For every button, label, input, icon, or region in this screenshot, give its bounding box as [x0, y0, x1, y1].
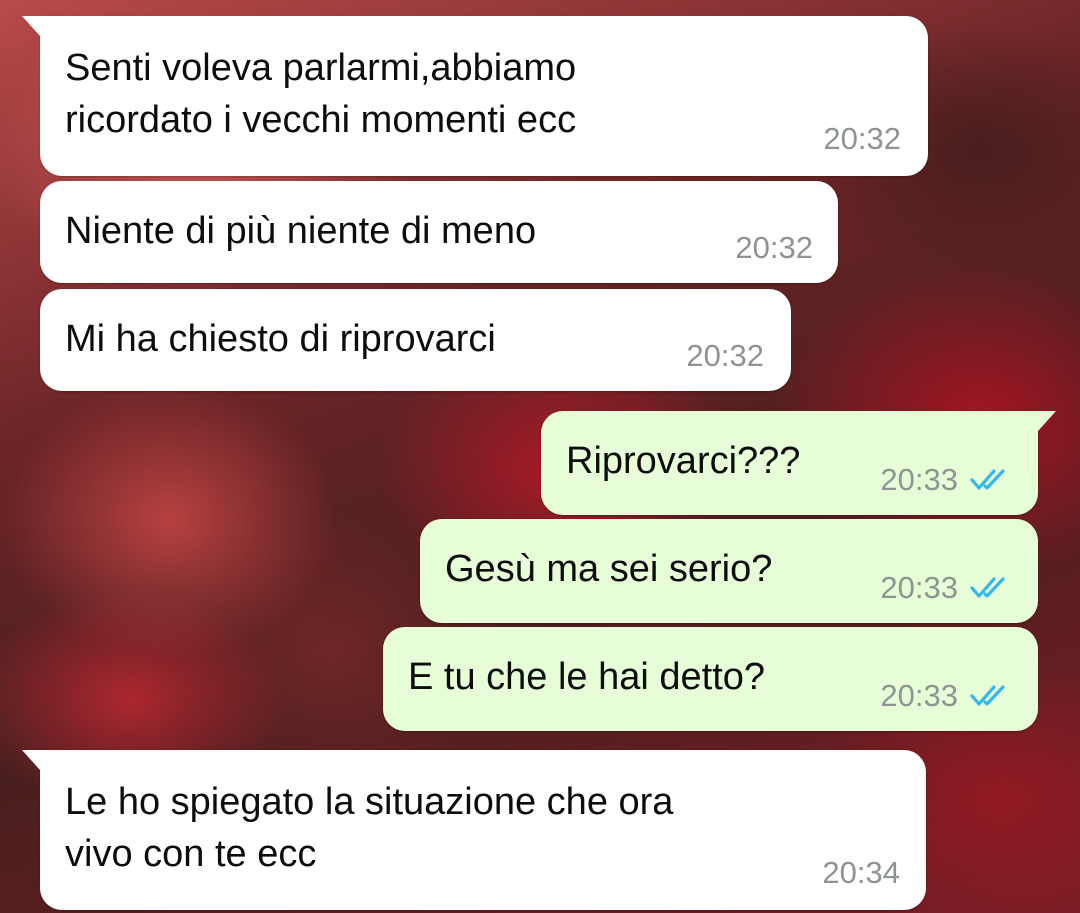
double-check-icon — [970, 469, 1005, 490]
outgoing-message-bubble[interactable]: Gesù ma sei serio? 20:33 — [420, 519, 1038, 623]
outgoing-message-bubble[interactable]: E tu che le hai detto? 20:33 — [383, 627, 1038, 731]
message-text: Mi ha chiesto di riprovarci — [65, 318, 496, 360]
message-timestamp: 20:32 — [686, 338, 764, 373]
double-check-icon — [970, 577, 1005, 598]
message-text: E tu che le hai detto? — [408, 656, 766, 698]
message-text: Le ho spiegato la situazione che ora viv… — [65, 781, 674, 875]
message-timestamp: 20:32 — [823, 121, 901, 156]
message-timestamp: 20:32 — [735, 230, 813, 265]
incoming-message-bubble[interactable]: Mi ha chiesto di riprovarci 20:32 — [40, 289, 791, 391]
message-timestamp: 20:33 — [880, 570, 958, 605]
message-timestamp: 20:34 — [822, 855, 900, 890]
incoming-message-bubble[interactable]: Senti voleva parlarmi,abbiamo ricordato … — [22, 16, 928, 176]
message-text: Gesù ma sei serio? — [445, 548, 773, 590]
incoming-message-bubble[interactable]: Niente di più niente di meno 20:32 — [40, 181, 838, 283]
message-text: Senti voleva parlarmi,abbiamo ricordato … — [65, 47, 577, 141]
incoming-message-bubble[interactable]: Le ho spiegato la situazione che ora viv… — [22, 750, 926, 910]
message-text: Riprovarci??? — [566, 440, 801, 482]
message-timestamp: 20:33 — [880, 462, 958, 497]
outgoing-message-bubble[interactable]: Riprovarci??? 20:33 — [541, 411, 1056, 515]
message-text: Niente di più niente di meno — [65, 210, 537, 252]
double-check-icon — [970, 685, 1005, 706]
message-timestamp: 20:33 — [880, 678, 958, 713]
